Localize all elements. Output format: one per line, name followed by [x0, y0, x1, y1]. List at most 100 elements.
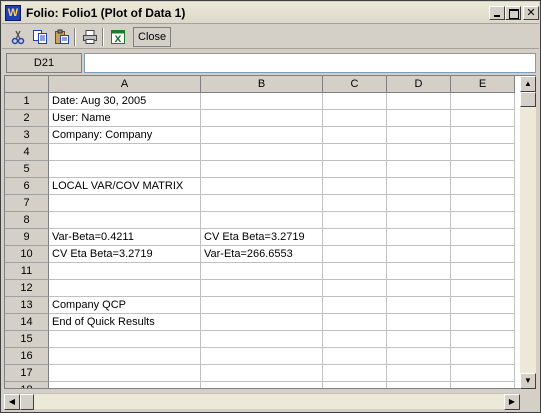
- row-header[interactable]: 9: [5, 229, 49, 246]
- export-excel-button[interactable]: X: [108, 28, 128, 46]
- cell-a11[interactable]: [49, 263, 201, 280]
- row-header[interactable]: 11: [5, 263, 49, 280]
- title-bar[interactable]: W Folio: Folio1 (Plot of Data 1) ✕: [2, 2, 539, 24]
- row-header[interactable]: 3: [5, 127, 49, 144]
- cell-b2[interactable]: [201, 110, 323, 127]
- cell-b8[interactable]: [201, 212, 323, 229]
- cell-b11[interactable]: [201, 263, 323, 280]
- row-header[interactable]: 7: [5, 195, 49, 212]
- close-window-button[interactable]: ✕: [523, 6, 539, 20]
- cell-b12[interactable]: [201, 280, 323, 297]
- cell-b18[interactable]: [201, 382, 323, 388]
- cell-e2[interactable]: [451, 110, 515, 127]
- cell-a3[interactable]: Company: Company: [49, 127, 201, 144]
- column-header-a[interactable]: A: [49, 76, 201, 93]
- column-header-d[interactable]: D: [387, 76, 451, 93]
- cell-b13[interactable]: [201, 297, 323, 314]
- row-header[interactable]: 1: [5, 93, 49, 110]
- cell-a7[interactable]: [49, 195, 201, 212]
- cell-d10[interactable]: [387, 246, 451, 263]
- paste-button[interactable]: [52, 28, 72, 46]
- cell-c9[interactable]: [323, 229, 387, 246]
- cell-c14[interactable]: [323, 314, 387, 331]
- cell-e17[interactable]: [451, 365, 515, 382]
- vertical-scroll-thumb[interactable]: [520, 92, 536, 107]
- cell-c13[interactable]: [323, 297, 387, 314]
- row-header[interactable]: 14: [5, 314, 49, 331]
- cell-e12[interactable]: [451, 280, 515, 297]
- maximize-button[interactable]: [505, 6, 521, 20]
- cell-c2[interactable]: [323, 110, 387, 127]
- cell-a9[interactable]: Var-Beta=0.4211: [49, 229, 201, 246]
- cell-c15[interactable]: [323, 331, 387, 348]
- cell-d14[interactable]: [387, 314, 451, 331]
- cell-c7[interactable]: [323, 195, 387, 212]
- cell-e15[interactable]: [451, 331, 515, 348]
- cell-a15[interactable]: [49, 331, 201, 348]
- copy-button[interactable]: [30, 28, 50, 46]
- cell-b9[interactable]: CV Eta Beta=3.2719: [201, 229, 323, 246]
- cell-a16[interactable]: [49, 348, 201, 365]
- cell-c5[interactable]: [323, 161, 387, 178]
- cell-d6[interactable]: [387, 178, 451, 195]
- cell-a6[interactable]: LOCAL VAR/COV MATRIX: [49, 178, 201, 195]
- formula-input[interactable]: [84, 53, 536, 73]
- cell-e5[interactable]: [451, 161, 515, 178]
- cell-e18[interactable]: [451, 382, 515, 388]
- cell-e16[interactable]: [451, 348, 515, 365]
- cell-d18[interactable]: [387, 382, 451, 388]
- select-all-corner[interactable]: [5, 76, 49, 93]
- cell-e3[interactable]: [451, 127, 515, 144]
- row-header[interactable]: 5: [5, 161, 49, 178]
- cell-d17[interactable]: [387, 365, 451, 382]
- cell-b4[interactable]: [201, 144, 323, 161]
- row-header[interactable]: 6: [5, 178, 49, 195]
- cell-reference-box[interactable]: D21: [6, 53, 82, 73]
- cell-e6[interactable]: [451, 178, 515, 195]
- cell-e1[interactable]: [451, 93, 515, 110]
- row-header[interactable]: 13: [5, 297, 49, 314]
- cell-a1[interactable]: Date: Aug 30, 2005: [49, 93, 201, 110]
- cell-b6[interactable]: [201, 178, 323, 195]
- cell-c11[interactable]: [323, 263, 387, 280]
- cell-a14[interactable]: End of Quick Results: [49, 314, 201, 331]
- cell-d9[interactable]: [387, 229, 451, 246]
- cell-d2[interactable]: [387, 110, 451, 127]
- row-header[interactable]: 8: [5, 212, 49, 229]
- cell-b3[interactable]: [201, 127, 323, 144]
- row-header[interactable]: 16: [5, 348, 49, 365]
- cell-a10[interactable]: CV Eta Beta=3.2719: [49, 246, 201, 263]
- cell-a18[interactable]: [49, 382, 201, 388]
- scroll-up-button[interactable]: ▲: [520, 76, 536, 92]
- cut-button[interactable]: [8, 28, 28, 46]
- cell-d11[interactable]: [387, 263, 451, 280]
- minimize-button[interactable]: [489, 6, 505, 20]
- row-header[interactable]: 18: [5, 382, 49, 388]
- cell-d3[interactable]: [387, 127, 451, 144]
- cell-e11[interactable]: [451, 263, 515, 280]
- cell-c6[interactable]: [323, 178, 387, 195]
- row-header[interactable]: 15: [5, 331, 49, 348]
- scroll-right-button[interactable]: ▶: [504, 394, 520, 410]
- cell-b15[interactable]: [201, 331, 323, 348]
- cell-d4[interactable]: [387, 144, 451, 161]
- cell-c10[interactable]: [323, 246, 387, 263]
- cell-d8[interactable]: [387, 212, 451, 229]
- row-header[interactable]: 4: [5, 144, 49, 161]
- row-header[interactable]: 17: [5, 365, 49, 382]
- cell-e8[interactable]: [451, 212, 515, 229]
- cell-e9[interactable]: [451, 229, 515, 246]
- cell-d5[interactable]: [387, 161, 451, 178]
- close-button[interactable]: Close: [133, 27, 172, 47]
- cell-a5[interactable]: [49, 161, 201, 178]
- cell-b14[interactable]: [201, 314, 323, 331]
- cell-d13[interactable]: [387, 297, 451, 314]
- cell-c1[interactable]: [323, 93, 387, 110]
- cell-a17[interactable]: [49, 365, 201, 382]
- horizontal-scroll-thumb[interactable]: [20, 394, 34, 410]
- cell-a8[interactable]: [49, 212, 201, 229]
- cell-a12[interactable]: [49, 280, 201, 297]
- row-header[interactable]: 2: [5, 110, 49, 127]
- row-header[interactable]: 10: [5, 246, 49, 263]
- cell-c3[interactable]: [323, 127, 387, 144]
